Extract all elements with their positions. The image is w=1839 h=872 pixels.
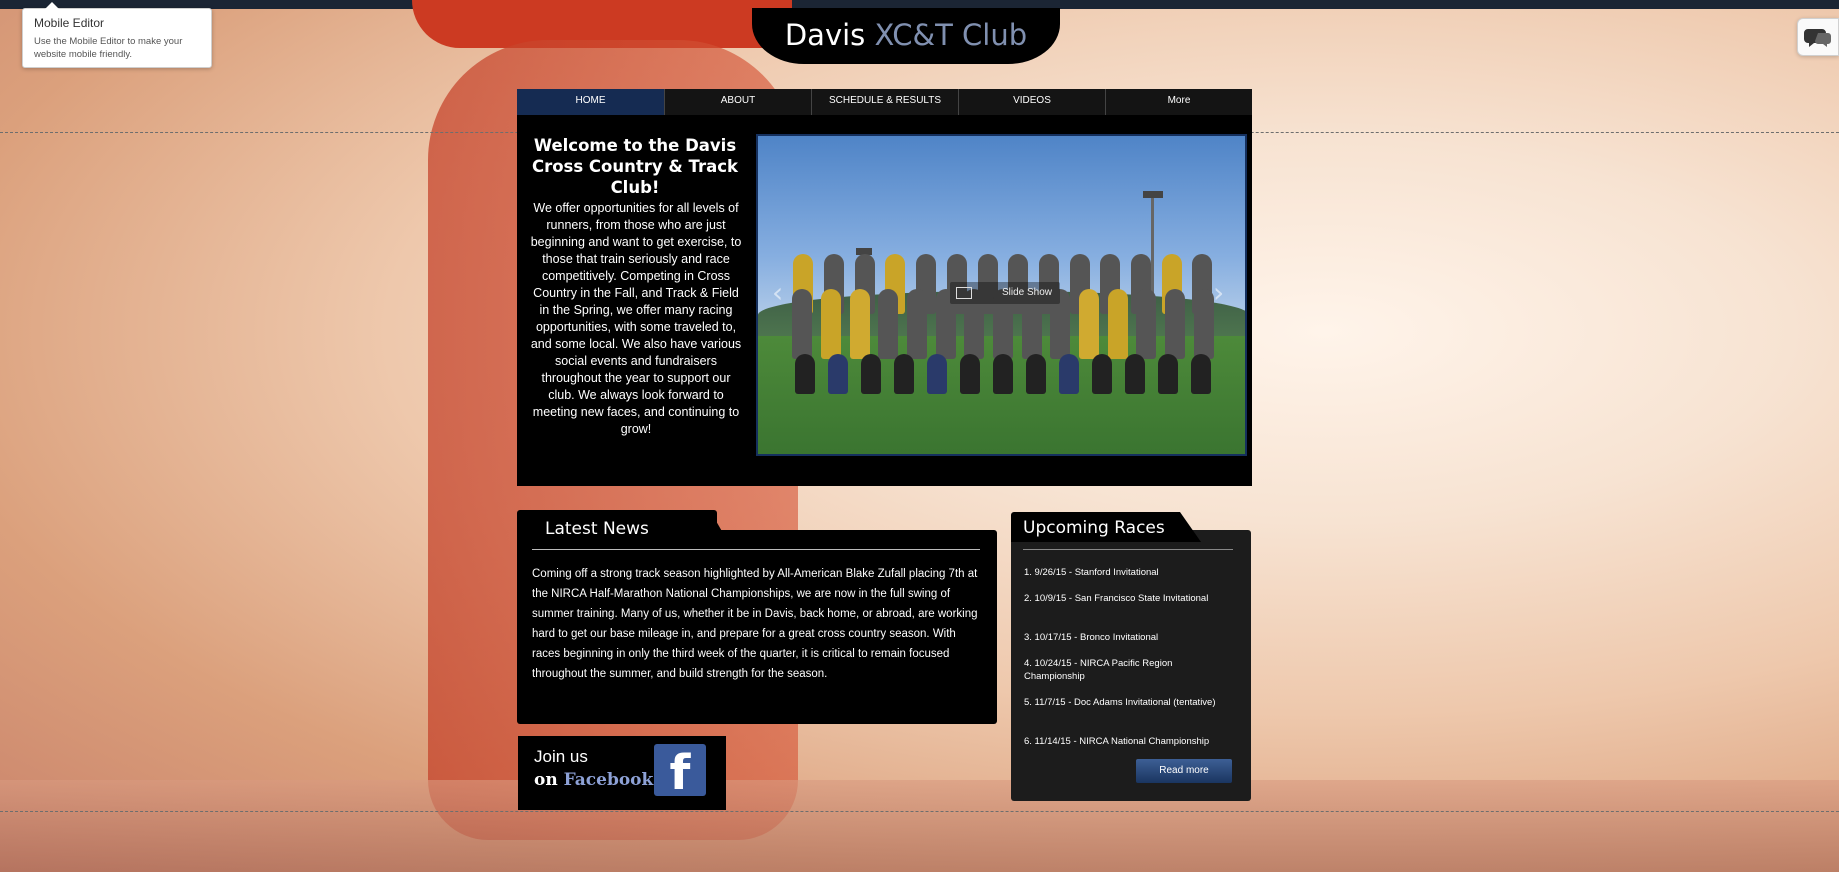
chevron-left-icon[interactable]: ‹ [772,276,783,309]
nav-item-schedule-results[interactable]: SCHEDULE & RESULTS [812,89,959,115]
welcome-text: We offer opportunities for all levels of… [530,201,742,436]
race-item: 1. 9/26/15 - Stanford Invitational [1024,567,1159,578]
site-title-accent: XC&T Club [874,18,1028,52]
slideshow-button[interactable]: Slide Show [950,282,1060,304]
news-text: Coming off a strong track season highlig… [532,568,978,680]
slideshow-label: Slide Show [1001,287,1052,298]
welcome-title: Welcome to the Davis Cross Country & Tra… [531,136,739,197]
main-nav: HOME ABOUT SCHEDULE & RESULTS VIDEOS Mor… [517,89,1252,115]
site-header: Davis XC&T Club [752,8,1060,64]
chevron-right-icon[interactable]: › [1213,276,1224,309]
site-title-main: Davis [784,18,866,52]
news-divider [532,549,980,550]
nav-item-videos[interactable]: VIDEOS [959,89,1106,115]
facebook-prefix: on [534,770,558,790]
nav-item-more[interactable]: More [1106,89,1252,115]
facebook-line2: on Facebook [534,770,653,790]
facebook-logo-letter: f [669,745,691,801]
chat-button[interactable] [1797,18,1839,56]
background-track [0,780,1839,872]
nav-item-home[interactable]: HOME [517,89,665,115]
tooltip-title: Mobile Editor [34,16,105,30]
facebook-line1: Join us [534,747,588,766]
read-more-button[interactable]: Read more [1136,759,1232,783]
slideshow-gallery[interactable]: ‹ › Slide Show [756,134,1247,456]
races-title: Upcoming Races [1023,518,1165,538]
footer-guide-line [0,811,1839,812]
welcome-section: Welcome to the Davis Cross Country & Tra… [517,115,1252,486]
facebook-brand: Facebook [563,770,654,790]
site-title[interactable]: Davis XC&T Club [752,18,1060,52]
facebook-banner[interactable]: Join us on Facebook f [518,736,726,810]
chat-bubbles-icon [1804,29,1831,47]
team-photo [788,254,1218,399]
tooltip-body: Use the Mobile Editor to make your websi… [34,36,183,60]
image-icon [956,287,972,299]
facebook-icon[interactable]: f [654,744,706,801]
races-divider [1023,549,1233,550]
race-item: 3. 10/17/15 - Bronco Invitational [1024,632,1159,643]
race-item: 2. 10/9/15 - San Francisco State Invitat… [1024,593,1209,604]
race-item: 4. 10/24/15 - NIRCA Pacific Region Champ… [1024,658,1173,682]
mobile-editor-tooltip[interactable]: Mobile Editor Use the Mobile Editor to m… [22,2,212,68]
news-title: Latest News [545,519,649,539]
race-item: 6. 11/14/15 - NIRCA National Championshi… [1024,736,1210,747]
nav-item-about[interactable]: ABOUT [665,89,812,115]
race-item: 5. 11/7/15 - Doc Adams Invitational (ten… [1024,697,1216,708]
